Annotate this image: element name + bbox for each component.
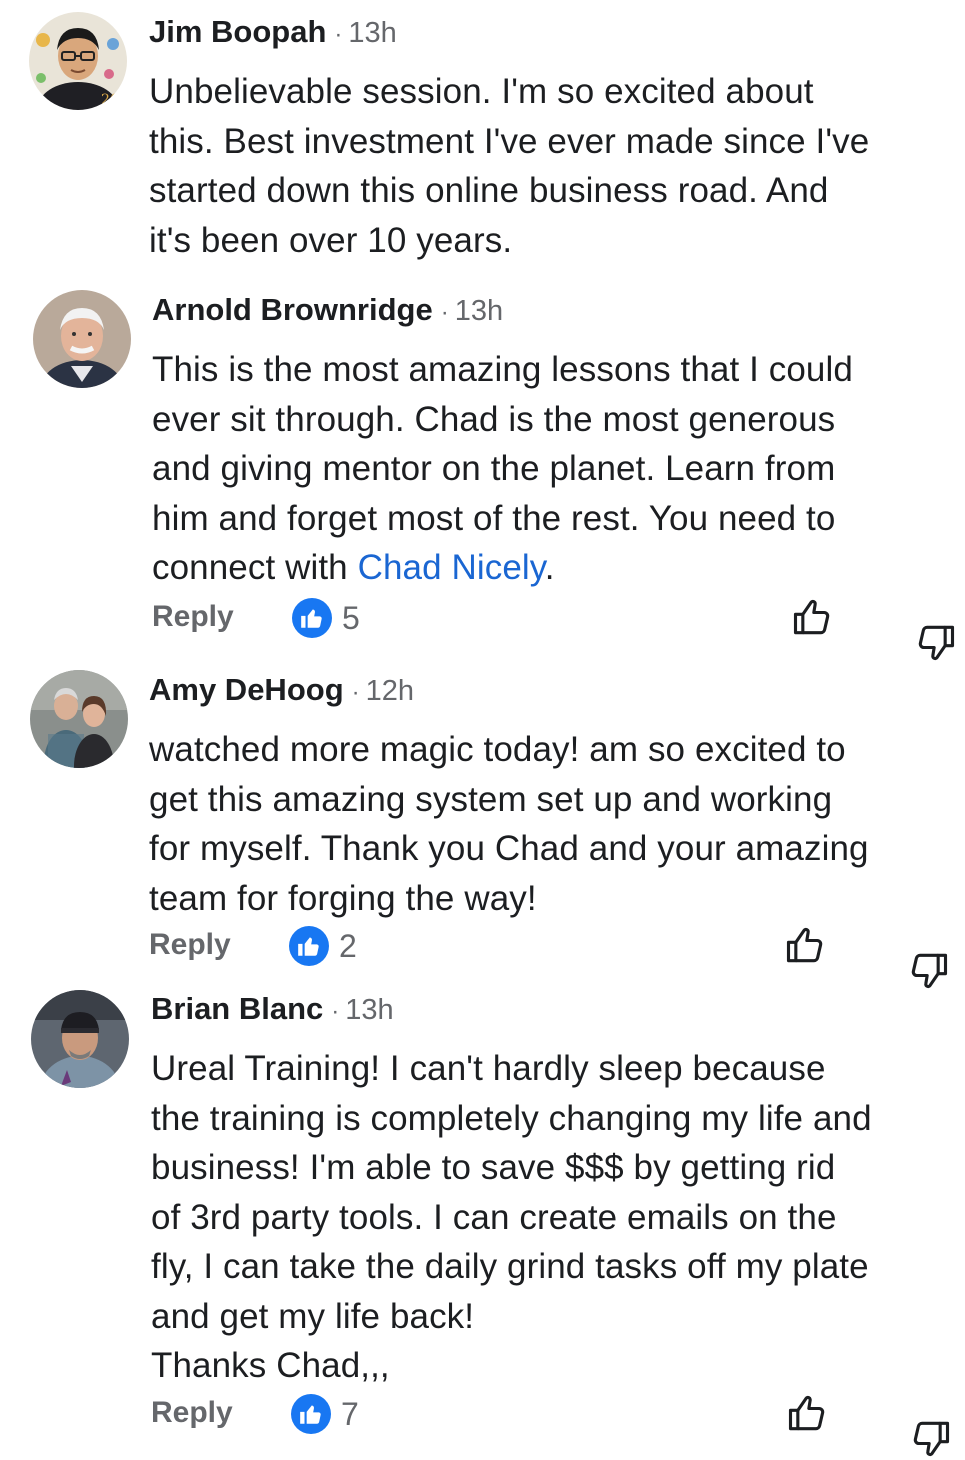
comment-actions: Reply 2 [149,924,948,989]
author-name[interactable]: Arnold Brownridge [152,292,433,327]
author-name[interactable]: Brian Blanc [151,991,323,1026]
avatar[interactable]: 26 [29,12,127,110]
comment-line: connect with Chad Nicely. [152,543,937,593]
thumbs-up-outline-icon[interactable] [783,924,827,968]
reaction-summary[interactable]: 5 [292,596,360,640]
comment-line: for myself. Thank you Chad and your amaz… [149,829,869,868]
comment-line: Unbelievable session. I'm so excited abo… [149,72,814,111]
comment-line: Thanks Chad,,, [151,1346,390,1385]
comment-line: the training is completely changing my l… [151,1098,872,1138]
avatar[interactable] [33,290,131,388]
comment-line: it's been over 10 years. [149,220,513,260]
separator-dot: · [351,679,360,706]
separator-dot: · [440,299,449,326]
like-icon [292,598,332,638]
comment-line: this. Best investment I've ever made sin… [149,121,870,161]
thumbs-down-outline-icon[interactable] [883,924,948,989]
comment-header: Arnold Brownridge · 13h [152,292,937,331]
svg-text:26: 26 [101,92,119,108]
reaction-summary[interactable]: 7 [291,1392,359,1436]
timestamp[interactable]: 13h [455,295,503,327]
separator-dot: · [334,21,343,48]
like-count: 5 [342,599,360,636]
author-name[interactable]: Amy DeHoog [149,672,344,707]
comment-header: Amy DeHoog · 12h [149,672,937,711]
reaction-summary[interactable]: 2 [289,924,357,968]
like-count: 7 [341,1395,359,1432]
comment-text-fragment: . [544,548,555,587]
comment-line: business! I'm able to save $$$ by gettin… [151,1148,836,1187]
comment-actions: Reply 5 [152,596,955,661]
like-icon [291,1394,331,1434]
comment-text: Ureal Training! I can't hardly sleep bec… [151,1044,937,1391]
comment-line: Ureal Training! I can't hardly sleep bec… [151,1049,826,1088]
like-icon [289,926,329,966]
avatar[interactable] [30,670,128,768]
comment-actions: Reply 7 [151,1392,950,1457]
comment-line: started down this online business road. … [149,171,829,210]
comment-header: Brian Blanc · 13h [151,991,937,1030]
reply-button[interactable]: Reply [151,1396,233,1430]
mention-link[interactable]: Chad Nicely [358,548,545,587]
separator-dot: · [331,998,340,1025]
comment-line: watched more magic today! am so excited … [149,730,846,769]
comment-line: team for forging the way! [149,878,537,918]
reply-button[interactable]: Reply [152,600,234,634]
comment-text: Unbelievable session. I'm so excited abo… [149,67,937,265]
thumbs-up-outline-icon[interactable] [790,596,834,640]
thumbs-up-outline-icon[interactable] [785,1392,829,1436]
comment-line: ever sit through. Chad is the most gener… [152,399,836,439]
like-count: 2 [339,927,357,964]
comment-line: of 3rd party tools. I can create emails … [151,1197,837,1237]
comment-line: fly, I can take the daily grind tasks of… [151,1247,869,1286]
comment-text-fragment: connect with [152,548,358,587]
reply-button[interactable]: Reply [149,928,231,962]
comment-line: get this amazing system set up and worki… [149,779,833,819]
thumbs-down-outline-icon[interactable] [890,596,955,661]
comment-line: and giving mentor on the planet. Learn f… [152,449,836,488]
comment-text: watched more magic today! am so excited … [149,725,937,923]
avatar[interactable] [31,990,129,1088]
timestamp[interactable]: 12h [366,675,414,707]
timestamp[interactable]: 13h [345,994,393,1026]
comment-line: him and forget most of the rest. You nee… [152,498,836,538]
comment-line: This is the most amazing lessons that I … [152,350,853,389]
comment-line: and get my life back! [151,1296,475,1336]
thumbs-down-outline-icon[interactable] [885,1392,950,1457]
comment-text: This is the most amazing lessons that I … [152,345,937,593]
timestamp[interactable]: 13h [348,17,396,49]
author-name[interactable]: Jim Boopah [149,14,326,49]
comment-header: Jim Boopah · 13h [149,14,937,53]
